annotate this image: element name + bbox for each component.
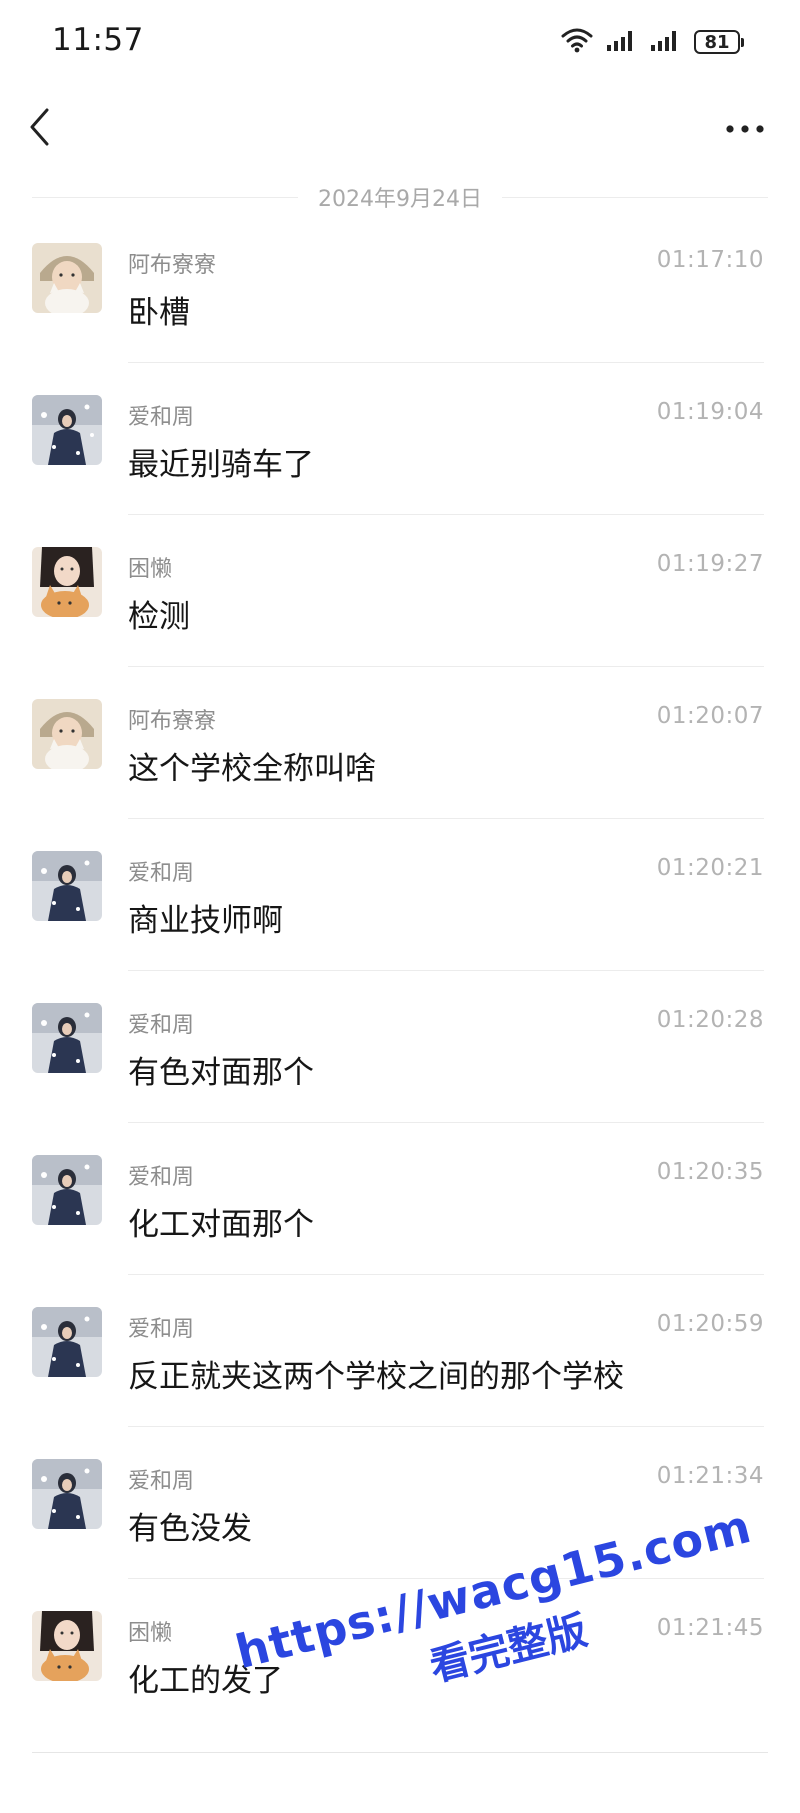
battery-icon: 81 — [694, 30, 744, 54]
message-divider — [128, 1122, 764, 1123]
message-divider — [128, 362, 764, 363]
sender-name: 爱和周 — [128, 1317, 195, 1342]
message-time: 01:20:59 — [656, 1311, 764, 1337]
message-text: 最近别骑车了 — [128, 447, 314, 483]
date-divider-line — [502, 196, 769, 198]
message-text: 反正就夹这两个学校之间的那个学校 — [128, 1359, 624, 1395]
message-time: 01:20:07 — [656, 703, 764, 729]
avatar[interactable] — [32, 1003, 102, 1073]
message-text: 卧槽 — [128, 295, 190, 331]
message-time: 01:20:35 — [656, 1159, 764, 1185]
sender-name: 爱和周 — [128, 1165, 195, 1190]
avatar[interactable] — [32, 1459, 102, 1529]
more-horizontal-icon — [725, 119, 765, 138]
chevron-left-icon — [28, 107, 52, 151]
status-bar: 11:57 81 — [0, 0, 800, 84]
avatar[interactable] — [32, 699, 102, 769]
message-divider — [128, 514, 764, 515]
battery-level: 81 — [694, 30, 740, 54]
back-button[interactable] — [22, 104, 58, 154]
message-text: 检测 — [128, 599, 190, 635]
signal-icon — [650, 28, 682, 56]
date-divider-line — [32, 196, 299, 198]
message-text: 商业技师啊 — [128, 903, 283, 939]
message-divider — [128, 666, 764, 667]
sender-name: 阿布寮寮 — [128, 709, 217, 734]
message-item[interactable]: 阿布寮寮 01:20:07 这个学校全称叫啥 — [0, 699, 800, 849]
message-text: 有色没发 — [128, 1511, 252, 1547]
sender-name: 阿布寮寮 — [128, 253, 217, 278]
date-divider: 2024年9月24日 — [32, 182, 769, 212]
avatar[interactable] — [32, 1307, 102, 1377]
message-divider — [128, 818, 764, 819]
avatar[interactable] — [32, 547, 102, 617]
message-item[interactable]: 困懒 01:19:27 检测 — [0, 547, 800, 697]
message-time: 01:20:21 — [656, 855, 764, 881]
sender-name: 爱和周 — [128, 1013, 195, 1038]
avatar[interactable] — [32, 395, 102, 465]
avatar[interactable] — [32, 1611, 102, 1681]
message-time: 01:21:34 — [656, 1463, 764, 1489]
avatar[interactable] — [32, 243, 102, 313]
message-time: 01:20:28 — [656, 1007, 764, 1033]
nav-bar — [0, 100, 800, 160]
sender-name: 困懒 — [128, 557, 173, 582]
sender-name: 困懒 — [128, 1621, 173, 1646]
message-divider — [128, 1426, 764, 1427]
wifi-icon — [560, 27, 594, 57]
more-button[interactable] — [720, 108, 770, 148]
date-divider-text: 2024年9月24日 — [318, 187, 482, 212]
sender-name: 爱和周 — [128, 405, 195, 430]
message-divider — [128, 1274, 764, 1275]
status-icons: 81 — [560, 26, 744, 58]
avatar[interactable] — [32, 851, 102, 921]
sender-name: 爱和周 — [128, 1469, 195, 1494]
message-text: 化工对面那个 — [128, 1207, 314, 1243]
message-time: 01:19:04 — [656, 399, 764, 425]
sender-name: 爱和周 — [128, 861, 195, 886]
message-time: 01:17:10 — [656, 247, 764, 273]
battery-tip — [741, 37, 744, 47]
message-item[interactable]: 阿布寮寮 01:17:10 卧槽 — [0, 243, 800, 393]
message-divider — [128, 970, 764, 971]
message-item[interactable]: 爱和周 01:20:28 有色对面那个 — [0, 1003, 800, 1153]
message-text: 有色对面那个 — [128, 1055, 314, 1091]
message-item[interactable]: 爱和周 01:20:59 反正就夹这两个学校之间的那个学校 — [0, 1307, 800, 1457]
status-time: 11:57 — [52, 22, 144, 58]
avatar[interactable] — [32, 1155, 102, 1225]
signal-icon — [606, 28, 638, 56]
message-item[interactable]: 爱和周 01:19:04 最近别骑车了 — [0, 395, 800, 545]
message-item[interactable]: 爱和周 01:20:21 商业技师啊 — [0, 851, 800, 1001]
message-item[interactable]: 爱和周 01:20:35 化工对面那个 — [0, 1155, 800, 1305]
message-time: 01:19:27 — [656, 551, 764, 577]
message-text: 这个学校全称叫啥 — [128, 751, 376, 787]
